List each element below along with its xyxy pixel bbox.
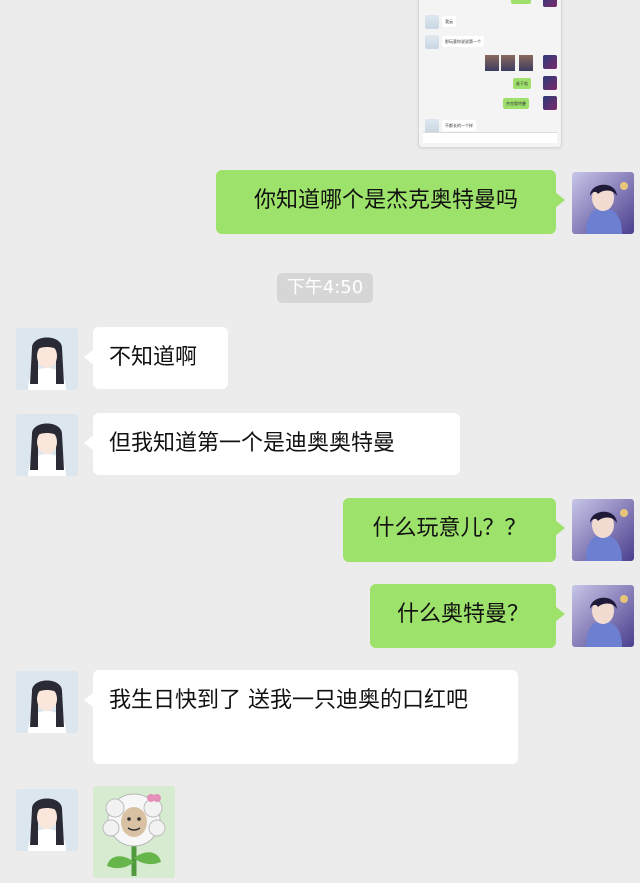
message-bubble-received[interactable]: 但我知道第一个是迪奥奥特曼 — [84, 413, 460, 475]
avatar-contact[interactable] — [16, 671, 78, 733]
thumb-avatar — [425, 15, 439, 29]
thumb-avatar — [425, 35, 439, 49]
sticker-message[interactable] — [93, 786, 175, 878]
boy-avatar-icon — [572, 585, 634, 647]
chat-screen: 我云 那玩意你说说第一个 谁干啥 杰克奥特曼 不都长的一个样 你知道哪个是杰克奥… — [0, 0, 640, 883]
thumb-bubble: 不都长的一个样 — [442, 120, 476, 131]
girl-avatar-icon — [16, 328, 78, 390]
message-bubble-sent[interactable]: 什么玩意儿？？ — [343, 498, 565, 562]
avatar-self[interactable] — [572, 499, 634, 561]
avatar-contact[interactable] — [16, 789, 78, 851]
thumb-bubble: 那玩意你说说第一个 — [442, 36, 484, 47]
message-bubble-received[interactable]: 不知道啊 — [84, 327, 228, 389]
message-bubble-received[interactable]: 我生日快到了 送我一只迪奥的口红吧 — [84, 670, 518, 764]
thumb-avatar — [543, 76, 557, 90]
thumb-bubble: 我云 — [442, 16, 456, 27]
avatar-self[interactable] — [572, 172, 634, 234]
thumb-avatar — [543, 96, 557, 110]
boy-avatar-icon — [572, 172, 634, 234]
flower-face-sticker-icon — [93, 786, 175, 878]
girl-avatar-icon — [16, 414, 78, 476]
message-bubble-sent[interactable]: 什么奥特曼？ — [370, 584, 565, 648]
thumb-input-bar — [423, 132, 557, 143]
timestamp: 下午4:50 — [277, 273, 373, 303]
thumb-image — [485, 55, 499, 71]
embedded-screenshot[interactable]: 我云 那玩意你说说第一个 谁干啥 杰克奥特曼 不都长的一个样 — [418, 0, 562, 148]
girl-avatar-icon — [16, 789, 78, 851]
thumb-avatar — [543, 55, 557, 69]
thumb-bubble — [511, 0, 531, 4]
thumb-image — [501, 55, 515, 71]
boy-avatar-icon — [572, 499, 634, 561]
avatar-contact[interactable] — [16, 328, 78, 390]
message-bubble-sent[interactable]: 你知道哪个是杰克奥特曼吗 — [216, 170, 565, 234]
thumb-bubble: 谁干啥 — [513, 78, 531, 89]
thumb-avatar — [425, 119, 439, 133]
avatar-self[interactable] — [572, 585, 634, 647]
avatar-contact[interactable] — [16, 414, 78, 476]
girl-avatar-icon — [16, 671, 78, 733]
thumb-image — [519, 55, 533, 71]
thumb-bubble: 杰克奥特曼 — [503, 98, 529, 109]
thumb-avatar — [543, 0, 557, 7]
